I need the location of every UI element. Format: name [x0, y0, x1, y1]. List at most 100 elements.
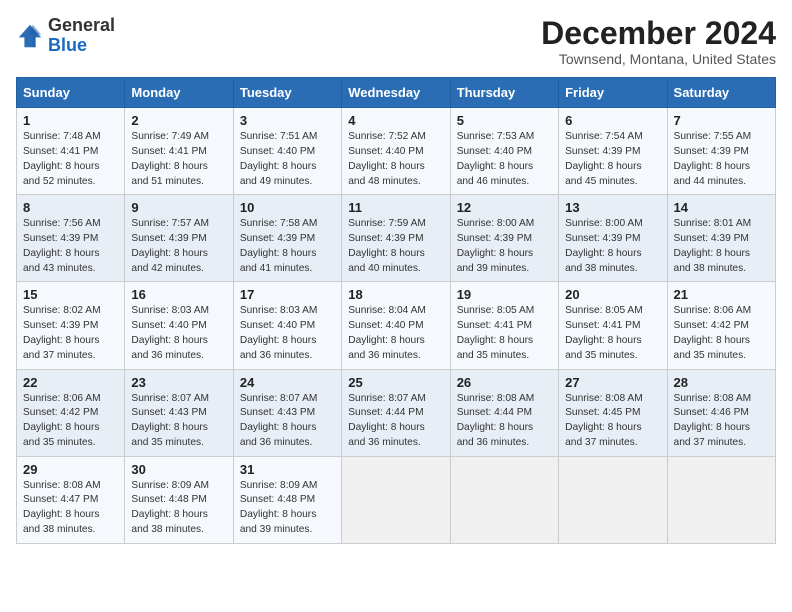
- day-number: 27: [565, 375, 660, 390]
- calendar-week-row: 1 Sunrise: 7:48 AMSunset: 4:41 PMDaylight…: [17, 108, 776, 195]
- calendar-week-row: 29 Sunrise: 8:08 AMSunset: 4:47 PMDayligh…: [17, 456, 776, 543]
- day-detail: Sunrise: 8:07 AMSunset: 4:44 PMDaylight:…: [348, 392, 443, 451]
- logo-blue: Blue: [48, 35, 87, 55]
- calendar-day-cell: 21 Sunrise: 8:06 AMSunset: 4:42 PMDayligh…: [667, 282, 775, 369]
- weekday-header: Friday: [559, 78, 667, 108]
- logo-icon: [16, 22, 44, 50]
- day-number: 13: [565, 200, 660, 215]
- calendar-day-cell: 6 Sunrise: 7:54 AMSunset: 4:39 PMDaylight…: [559, 108, 667, 195]
- weekday-header: Monday: [125, 78, 233, 108]
- calendar-week-row: 22Sunrise: 8:06 AMSunset: 4:42 PMDayligh…: [17, 369, 776, 456]
- calendar-day-cell: 28Sunrise: 8:08 AMSunset: 4:46 PMDayligh…: [667, 369, 775, 456]
- day-number: 24: [240, 375, 335, 390]
- calendar-day-cell: 18 Sunrise: 8:04 AMSunset: 4:40 PMDayligh…: [342, 282, 450, 369]
- calendar-day-cell: [667, 456, 775, 543]
- day-detail: Sunrise: 7:52 AMSunset: 4:40 PMDaylight:…: [348, 130, 443, 189]
- day-detail: Sunrise: 7:54 AMSunset: 4:39 PMDaylight:…: [565, 130, 660, 189]
- header: General Blue December 2024 Townsend, Mon…: [16, 16, 776, 67]
- day-number: 3: [240, 113, 335, 128]
- weekday-header: Tuesday: [233, 78, 341, 108]
- calendar-table: SundayMondayTuesdayWednesdayThursdayFrid…: [16, 77, 776, 544]
- day-number: 17: [240, 287, 335, 302]
- day-number: 5: [457, 113, 552, 128]
- calendar-day-cell: 10 Sunrise: 7:58 AMSunset: 4:39 PMDayligh…: [233, 195, 341, 282]
- calendar-day-cell: 29 Sunrise: 8:08 AMSunset: 4:47 PMDayligh…: [17, 456, 125, 543]
- day-detail: Sunrise: 7:53 AMSunset: 4:40 PMDaylight:…: [457, 130, 552, 189]
- calendar-day-cell: 22Sunrise: 8:06 AMSunset: 4:42 PMDayligh…: [17, 369, 125, 456]
- day-detail: Sunrise: 8:08 AMSunset: 4:47 PMDaylight:…: [23, 479, 118, 538]
- calendar-day-cell: 23 Sunrise: 8:07 AMSunset: 4:43 PMDayligh…: [125, 369, 233, 456]
- day-number: 30: [131, 462, 226, 477]
- day-detail: Sunrise: 8:06 AMSunset: 4:42 PMDaylight:…: [674, 304, 769, 363]
- day-number: 14: [674, 200, 769, 215]
- calendar-day-cell: 24 Sunrise: 8:07 AMSunset: 4:43 PMDayligh…: [233, 369, 341, 456]
- day-number: 2: [131, 113, 226, 128]
- day-detail: Sunrise: 7:59 AMSunset: 4:39 PMDaylight:…: [348, 217, 443, 276]
- calendar-day-cell: 12Sunrise: 8:00 AMSunset: 4:39 PMDayligh…: [450, 195, 558, 282]
- day-detail: Sunrise: 8:08 AMSunset: 4:45 PMDaylight:…: [565, 392, 660, 451]
- day-detail: Sunrise: 8:05 AMSunset: 4:41 PMDaylight:…: [457, 304, 552, 363]
- day-number: 23: [131, 375, 226, 390]
- calendar-day-cell: 17Sunrise: 8:03 AMSunset: 4:40 PMDayligh…: [233, 282, 341, 369]
- day-number: 7: [674, 113, 769, 128]
- calendar-day-cell: [342, 456, 450, 543]
- day-number: 9: [131, 200, 226, 215]
- calendar-day-cell: 19 Sunrise: 8:05 AMSunset: 4:41 PMDayligh…: [450, 282, 558, 369]
- calendar-day-cell: 25 Sunrise: 8:07 AMSunset: 4:44 PMDayligh…: [342, 369, 450, 456]
- day-number: 29: [23, 462, 118, 477]
- day-detail: Sunrise: 8:01 AMSunset: 4:39 PMDaylight:…: [674, 217, 769, 276]
- calendar-day-cell: 4Sunrise: 7:52 AMSunset: 4:40 PMDaylight…: [342, 108, 450, 195]
- calendar-day-cell: 16 Sunrise: 8:03 AMSunset: 4:40 PMDayligh…: [125, 282, 233, 369]
- calendar-day-cell: 13Sunrise: 8:00 AMSunset: 4:39 PMDayligh…: [559, 195, 667, 282]
- day-detail: Sunrise: 8:04 AMSunset: 4:40 PMDaylight:…: [348, 304, 443, 363]
- title-area: December 2024 Townsend, Montana, United …: [541, 16, 776, 67]
- calendar-day-cell: 11 Sunrise: 7:59 AMSunset: 4:39 PMDayligh…: [342, 195, 450, 282]
- day-detail: Sunrise: 8:08 AMSunset: 4:44 PMDaylight:…: [457, 392, 552, 451]
- calendar-day-cell: [559, 456, 667, 543]
- calendar-title: December 2024: [541, 16, 776, 51]
- day-number: 18: [348, 287, 443, 302]
- day-number: 19: [457, 287, 552, 302]
- day-detail: Sunrise: 7:48 AMSunset: 4:41 PMDaylight:…: [23, 130, 118, 189]
- day-number: 12: [457, 200, 552, 215]
- day-number: 21: [674, 287, 769, 302]
- day-number: 20: [565, 287, 660, 302]
- day-number: 28: [674, 375, 769, 390]
- day-number: 25: [348, 375, 443, 390]
- calendar-day-cell: 14 Sunrise: 8:01 AMSunset: 4:39 PMDayligh…: [667, 195, 775, 282]
- day-number: 6: [565, 113, 660, 128]
- day-detail: Sunrise: 7:58 AMSunset: 4:39 PMDaylight:…: [240, 217, 335, 276]
- calendar-day-cell: 7 Sunrise: 7:55 AMSunset: 4:39 PMDaylight…: [667, 108, 775, 195]
- day-detail: Sunrise: 8:06 AMSunset: 4:42 PMDaylight:…: [23, 392, 118, 451]
- calendar-day-cell: 26 Sunrise: 8:08 AMSunset: 4:44 PMDayligh…: [450, 369, 558, 456]
- calendar-day-cell: 9 Sunrise: 7:57 AMSunset: 4:39 PMDaylight…: [125, 195, 233, 282]
- calendar-week-row: 15Sunrise: 8:02 AMSunset: 4:39 PMDayligh…: [17, 282, 776, 369]
- day-number: 26: [457, 375, 552, 390]
- day-number: 1: [23, 113, 118, 128]
- day-detail: Sunrise: 7:55 AMSunset: 4:39 PMDaylight:…: [674, 130, 769, 189]
- day-number: 16: [131, 287, 226, 302]
- calendar-day-cell: 3 Sunrise: 7:51 AMSunset: 4:40 PMDaylight…: [233, 108, 341, 195]
- day-detail: Sunrise: 8:07 AMSunset: 4:43 PMDaylight:…: [240, 392, 335, 451]
- day-detail: Sunrise: 8:03 AMSunset: 4:40 PMDaylight:…: [131, 304, 226, 363]
- calendar-day-cell: 8Sunrise: 7:56 AMSunset: 4:39 PMDaylight…: [17, 195, 125, 282]
- day-number: 11: [348, 200, 443, 215]
- day-number: 8: [23, 200, 118, 215]
- day-number: 10: [240, 200, 335, 215]
- calendar-day-cell: 1 Sunrise: 7:48 AMSunset: 4:41 PMDaylight…: [17, 108, 125, 195]
- calendar-day-cell: 20Sunrise: 8:05 AMSunset: 4:41 PMDayligh…: [559, 282, 667, 369]
- day-detail: Sunrise: 7:57 AMSunset: 4:39 PMDaylight:…: [131, 217, 226, 276]
- day-detail: Sunrise: 8:07 AMSunset: 4:43 PMDaylight:…: [131, 392, 226, 451]
- day-detail: Sunrise: 7:51 AMSunset: 4:40 PMDaylight:…: [240, 130, 335, 189]
- weekday-header: Saturday: [667, 78, 775, 108]
- weekday-header: Wednesday: [342, 78, 450, 108]
- calendar-day-cell: 15Sunrise: 8:02 AMSunset: 4:39 PMDayligh…: [17, 282, 125, 369]
- calendar-day-cell: 27 Sunrise: 8:08 AMSunset: 4:45 PMDayligh…: [559, 369, 667, 456]
- day-detail: Sunrise: 7:49 AMSunset: 4:41 PMDaylight:…: [131, 130, 226, 189]
- weekday-header: Thursday: [450, 78, 558, 108]
- calendar-week-row: 8Sunrise: 7:56 AMSunset: 4:39 PMDaylight…: [17, 195, 776, 282]
- day-number: 31: [240, 462, 335, 477]
- logo: General Blue: [16, 16, 115, 56]
- calendar-day-cell: 5 Sunrise: 7:53 AMSunset: 4:40 PMDaylight…: [450, 108, 558, 195]
- day-number: 15: [23, 287, 118, 302]
